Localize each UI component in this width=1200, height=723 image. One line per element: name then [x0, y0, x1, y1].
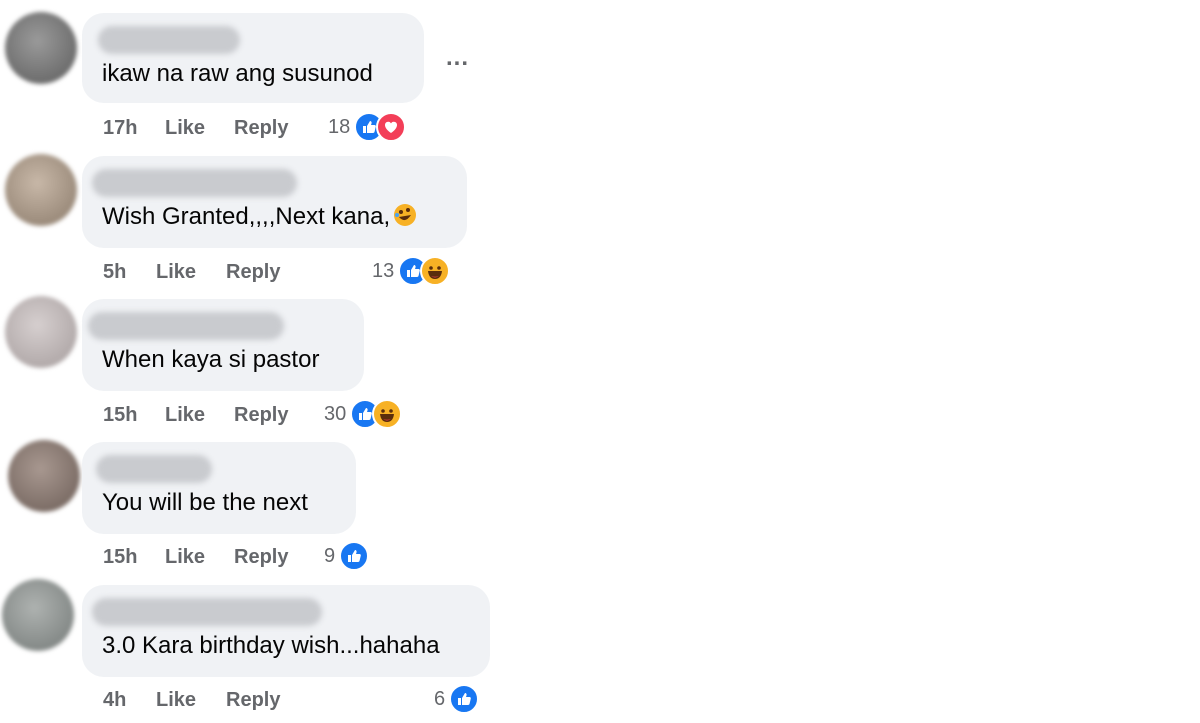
comment-bubble: Wish Granted,,,,Next kana,	[82, 156, 467, 248]
avatar[interactable]	[5, 12, 77, 84]
comment-text: 3.0 Kara birthday wish...hahaha	[102, 632, 440, 659]
like-icon	[339, 541, 370, 571]
reaction-count: 13	[372, 259, 395, 282]
reaction-summary[interactable]: 6	[434, 683, 480, 715]
comment-timestamp[interactable]: 4h	[103, 689, 126, 712]
comment-timestamp[interactable]: 15h	[103, 404, 137, 427]
reply-button[interactable]: Reply	[234, 117, 288, 140]
reply-button[interactable]: Reply	[226, 689, 280, 712]
like-button[interactable]: Like	[165, 546, 205, 569]
commenter-name[interactable]	[92, 169, 297, 197]
commenter-name[interactable]	[96, 455, 212, 483]
comment-item: Wish Granted,,,,Next kana, 5h Like Reply…	[0, 145, 520, 290]
reaction-count: 30	[324, 402, 347, 425]
comment-item: ikaw na raw ang susunod ... 17h Like Rep…	[0, 0, 520, 145]
love-icon	[376, 112, 407, 142]
reply-button[interactable]: Reply	[226, 261, 280, 284]
avatar[interactable]	[8, 440, 80, 512]
reaction-summary[interactable]: 9	[324, 540, 370, 572]
reaction-count: 18	[328, 115, 351, 138]
comment-item: 3.0 Kara birthday wish...hahaha 4h Like …	[0, 575, 520, 723]
comment-timestamp[interactable]: 15h	[103, 546, 137, 569]
comment-text: When kaya si pastor	[102, 346, 320, 373]
avatar[interactable]	[5, 296, 77, 368]
reaction-count: 6	[434, 687, 446, 710]
haha-icon	[372, 399, 403, 429]
comment-bubble: 3.0 Kara birthday wish...hahaha	[82, 585, 490, 677]
reaction-count: 9	[324, 544, 336, 567]
comment-item: You will be the next 15h Like Reply 9	[0, 432, 520, 575]
reply-button[interactable]: Reply	[234, 404, 288, 427]
reaction-summary[interactable]: 13	[372, 255, 451, 287]
like-button[interactable]: Like	[165, 404, 205, 427]
like-icon	[449, 684, 480, 714]
comment-timestamp[interactable]: 17h	[103, 117, 137, 140]
like-button[interactable]: Like	[165, 117, 205, 140]
more-options-icon[interactable]: ...	[446, 44, 469, 72]
comment-text-content: Wish Granted,,,,Next kana,	[102, 203, 391, 230]
comment-text: You will be the next	[102, 489, 308, 516]
reply-button[interactable]: Reply	[234, 546, 288, 569]
like-button[interactable]: Like	[156, 689, 196, 712]
comment-item: When kaya si pastor 15h Like Reply 30	[0, 290, 520, 432]
commenter-name[interactable]	[98, 26, 240, 54]
comment-text: Wish Granted,,,,Next kana,	[102, 202, 418, 232]
avatar[interactable]	[2, 579, 74, 651]
avatar[interactable]	[5, 154, 77, 226]
comment-bubble: You will be the next	[82, 442, 356, 534]
reaction-summary[interactable]: 30	[324, 398, 403, 430]
comment-bubble: When kaya si pastor	[82, 299, 364, 391]
like-button[interactable]: Like	[156, 261, 196, 284]
comment-text: ikaw na raw ang susunod	[102, 60, 373, 87]
comment-bubble: ikaw na raw ang susunod	[82, 13, 424, 103]
rofl-emoji-icon	[394, 204, 417, 226]
commenter-name[interactable]	[88, 312, 284, 340]
commenter-name[interactable]	[92, 598, 322, 626]
reaction-summary[interactable]: 18	[328, 111, 407, 143]
haha-icon	[420, 256, 451, 286]
comment-timestamp[interactable]: 5h	[103, 261, 126, 284]
